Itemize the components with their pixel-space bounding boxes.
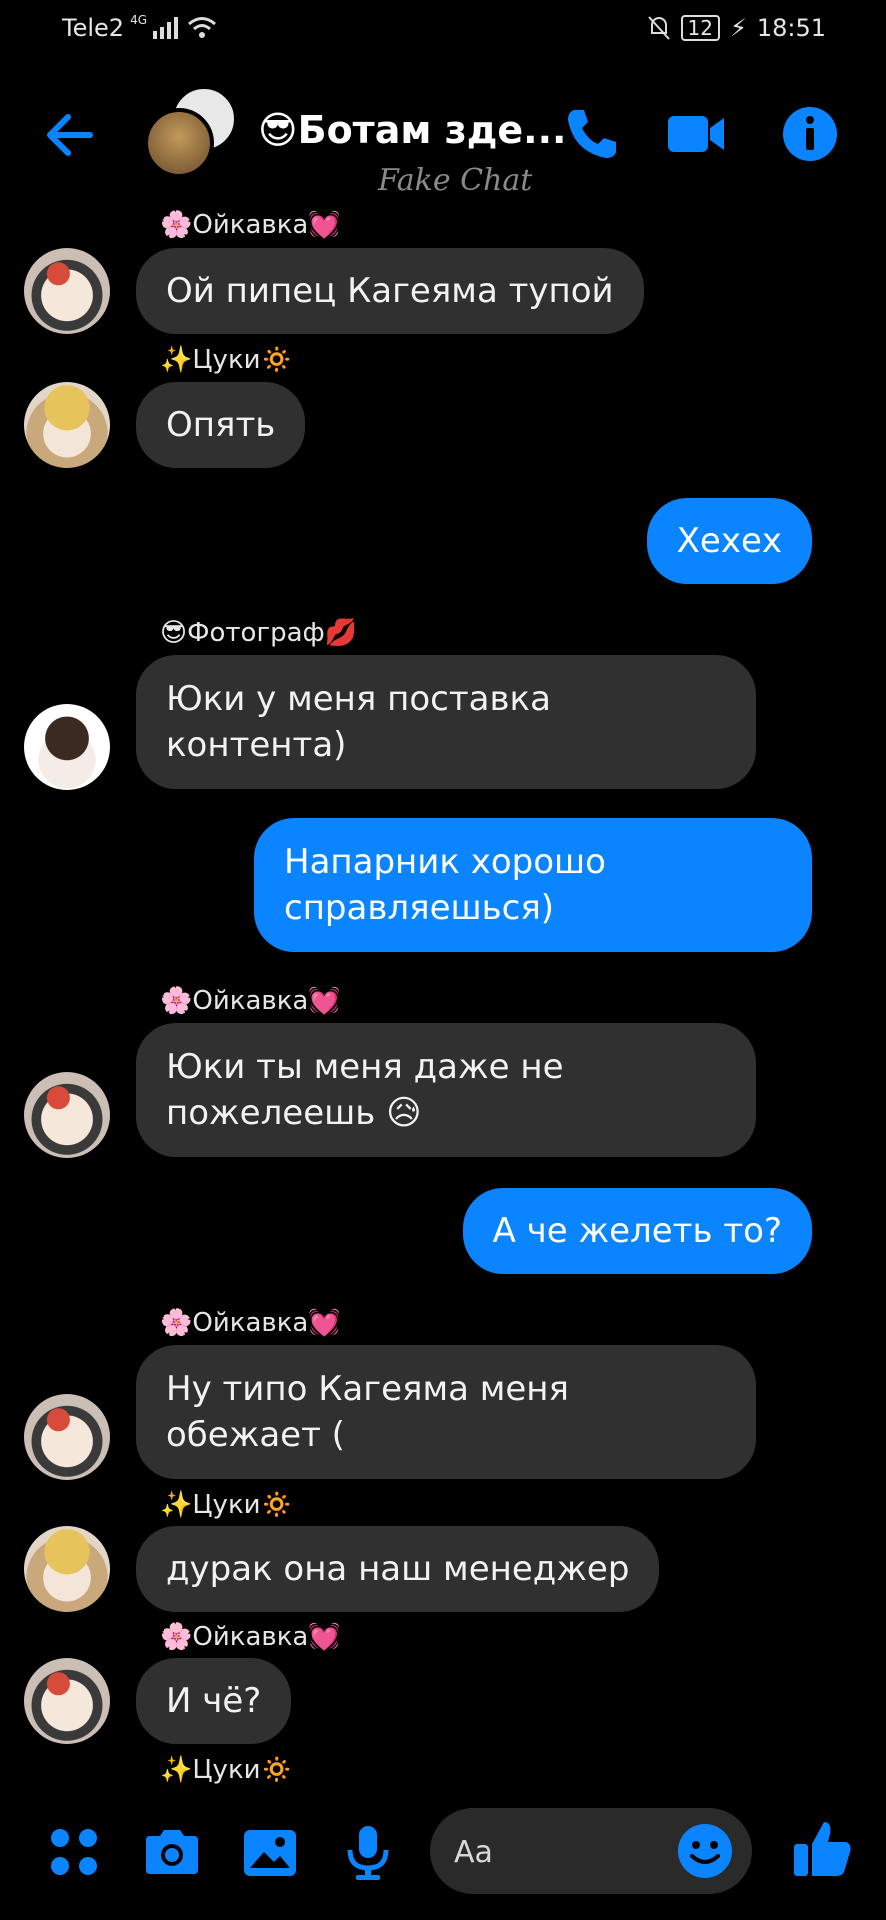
outgoing-message[interactable]: Напарник хорошо справляешься)	[254, 818, 812, 952]
sender-name: ✨Цуки🔅	[160, 1755, 293, 1785]
clock: 18:51	[756, 14, 826, 42]
fake-chat-watermark: Fake Chat	[378, 163, 533, 198]
message-text-line: Юки ты меня даже не	[166, 1047, 564, 1087]
incoming-message[interactable]: Юки у меня поставка контента)	[136, 655, 756, 789]
battery-indicator: 12	[680, 15, 720, 41]
sender-name: 😎Фотограф💋	[160, 618, 358, 648]
message-composer[interactable]	[430, 1808, 752, 1894]
camera-icon[interactable]	[142, 1822, 202, 1882]
avatar[interactable]	[24, 1526, 110, 1612]
message-text: Ой пипец Кагеяма тупой	[166, 271, 614, 311]
message-text: Хехех	[676, 521, 782, 561]
incoming-message[interactable]: Ой пипец Кагеяма тупой	[136, 248, 644, 334]
status-bar: Tele2 4G 12 ⚡ 18:51	[0, 0, 886, 60]
gallery-icon[interactable]	[240, 1822, 300, 1882]
message-text-line: Юки у меня поставка	[166, 679, 551, 719]
message-text-line: справляешься)	[284, 888, 555, 928]
message-text-line: обежает (	[166, 1415, 345, 1455]
message-text: Опять	[166, 405, 276, 445]
incoming-message[interactable]: Ну типо Кагеяма меня обежает (	[136, 1345, 756, 1479]
sender-name: 🌸Ойкавка💓	[160, 1622, 341, 1652]
composer-toolbar	[0, 1800, 886, 1910]
message-text: И чё?	[166, 1681, 262, 1721]
avatar[interactable]	[24, 1394, 110, 1480]
avatar[interactable]	[24, 248, 110, 334]
like-thumb-icon[interactable]	[790, 1816, 856, 1882]
message-text: дурак она наш менеджер	[166, 1549, 630, 1589]
sender-name: 🌸Ойкавка💓	[160, 986, 341, 1016]
outgoing-message[interactable]: А че желеть то?	[462, 1188, 812, 1274]
message-text: А че желеть то?	[492, 1211, 782, 1251]
status-left: Tele2 4G	[62, 13, 217, 42]
emoji-icon[interactable]	[676, 1822, 734, 1880]
status-right: 12 ⚡ 18:51	[647, 14, 826, 42]
incoming-message[interactable]: Опять	[136, 382, 306, 468]
video-camera-icon[interactable]	[664, 102, 728, 166]
message-text-line: Напарник хорошо	[284, 842, 606, 882]
incoming-message[interactable]: дурак она наш менеджер	[136, 1526, 660, 1612]
wifi-icon	[188, 17, 216, 38]
group-avatar[interactable]	[140, 80, 240, 180]
signal-icon	[153, 17, 178, 39]
avatar[interactable]	[24, 382, 110, 468]
incoming-message[interactable]: Юки ты меня даже не пожелеешь 😥	[136, 1023, 756, 1157]
network-type: 4G	[130, 13, 147, 27]
message-text-line: пожелеешь 😥	[166, 1093, 422, 1133]
group-avatar-primary	[144, 108, 214, 178]
phone-icon[interactable]	[560, 102, 624, 166]
charging-icon: ⚡	[729, 14, 747, 42]
avatar[interactable]	[24, 1072, 110, 1158]
mute-bell-icon	[647, 16, 670, 40]
back-arrow-icon[interactable]	[40, 105, 100, 165]
avatar[interactable]	[24, 1658, 110, 1744]
sender-name: ✨Цуки🔅	[160, 1490, 293, 1520]
message-text-line: Ну типо Кагеяма меня	[166, 1369, 569, 1409]
carrier-label: Tele2	[62, 14, 125, 42]
sender-name: 🌸Ойкавка💓	[160, 210, 341, 240]
info-icon[interactable]	[778, 102, 842, 166]
message-input[interactable]	[452, 1826, 676, 1878]
avatar[interactable]	[24, 704, 110, 790]
outgoing-message[interactable]: Хехех	[646, 498, 812, 584]
microphone-icon[interactable]	[338, 1822, 398, 1882]
sender-name: ✨Цуки🔅	[160, 345, 293, 375]
chat-title[interactable]: 😎Ботам зде...	[258, 108, 567, 152]
sender-name: 🌸Ойкавка💓	[160, 1308, 341, 1338]
incoming-message[interactable]: И чё?	[136, 1658, 292, 1744]
message-text-line: контента)	[166, 725, 347, 765]
apps-icon[interactable]	[44, 1822, 104, 1882]
